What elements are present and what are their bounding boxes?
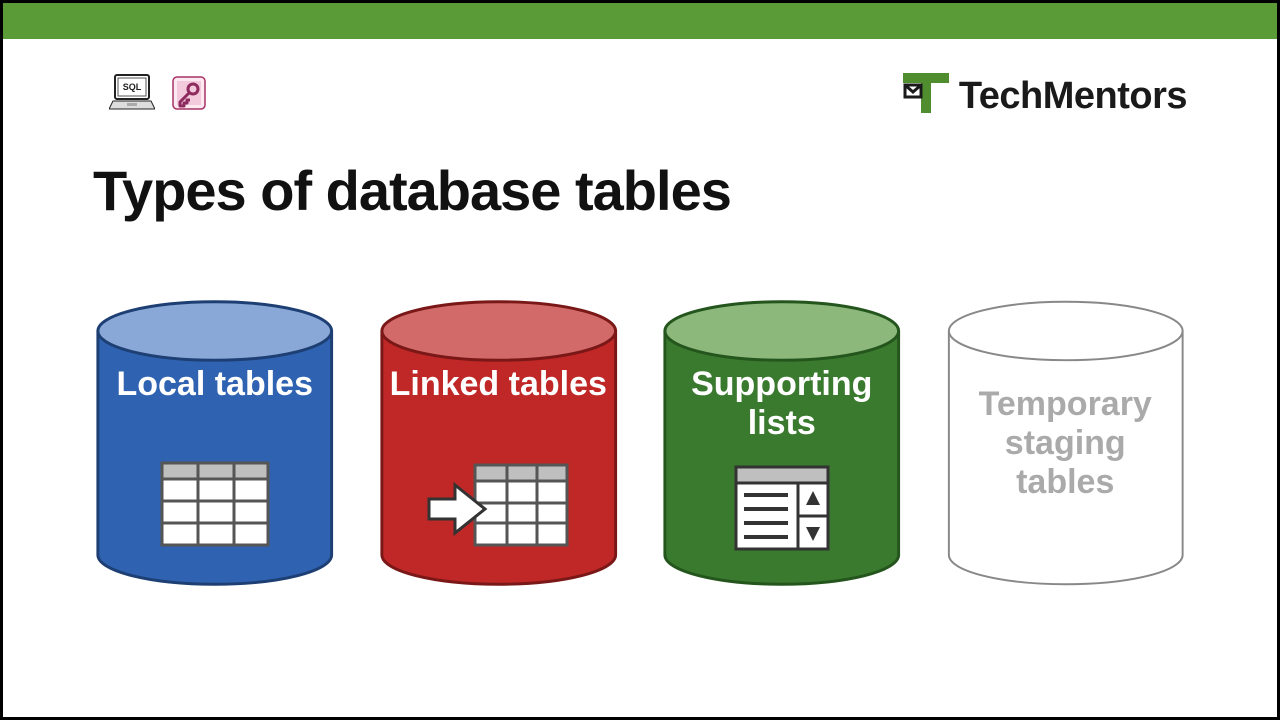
cylinder-label: Supporting lists <box>660 365 904 443</box>
svg-text:SQL: SQL <box>123 82 142 92</box>
cylinder-label: Temporary staging tables <box>944 385 1188 502</box>
cylinder-row: Local tables Linked tables <box>93 293 1187 593</box>
cylinder-local-tables: Local tables <box>93 293 337 593</box>
slide-title: Types of database tables <box>93 158 731 223</box>
cylinder-label: Local tables <box>93 365 337 404</box>
cylinder-shape <box>93 293 337 593</box>
sql-laptop-icon: SQL <box>109 73 155 118</box>
list-picker-icon <box>660 465 904 551</box>
top-accent-bar <box>3 3 1277 39</box>
brand: TechMentors <box>903 73 1187 120</box>
access-key-icon <box>169 73 209 118</box>
cylinder-temporary-staging: Temporary staging tables <box>944 293 1188 593</box>
brand-logo-icon <box>903 73 949 120</box>
cylinder-supporting-lists: Supporting lists <box>660 293 904 593</box>
linked-table-icon <box>377 459 621 555</box>
brand-name: TechMentors <box>959 75 1187 118</box>
cylinder-label: Linked tables <box>377 365 621 404</box>
cylinder-linked-tables: Linked tables <box>377 293 621 593</box>
header-icons: SQL <box>109 73 209 118</box>
table-grid-icon <box>93 461 337 547</box>
